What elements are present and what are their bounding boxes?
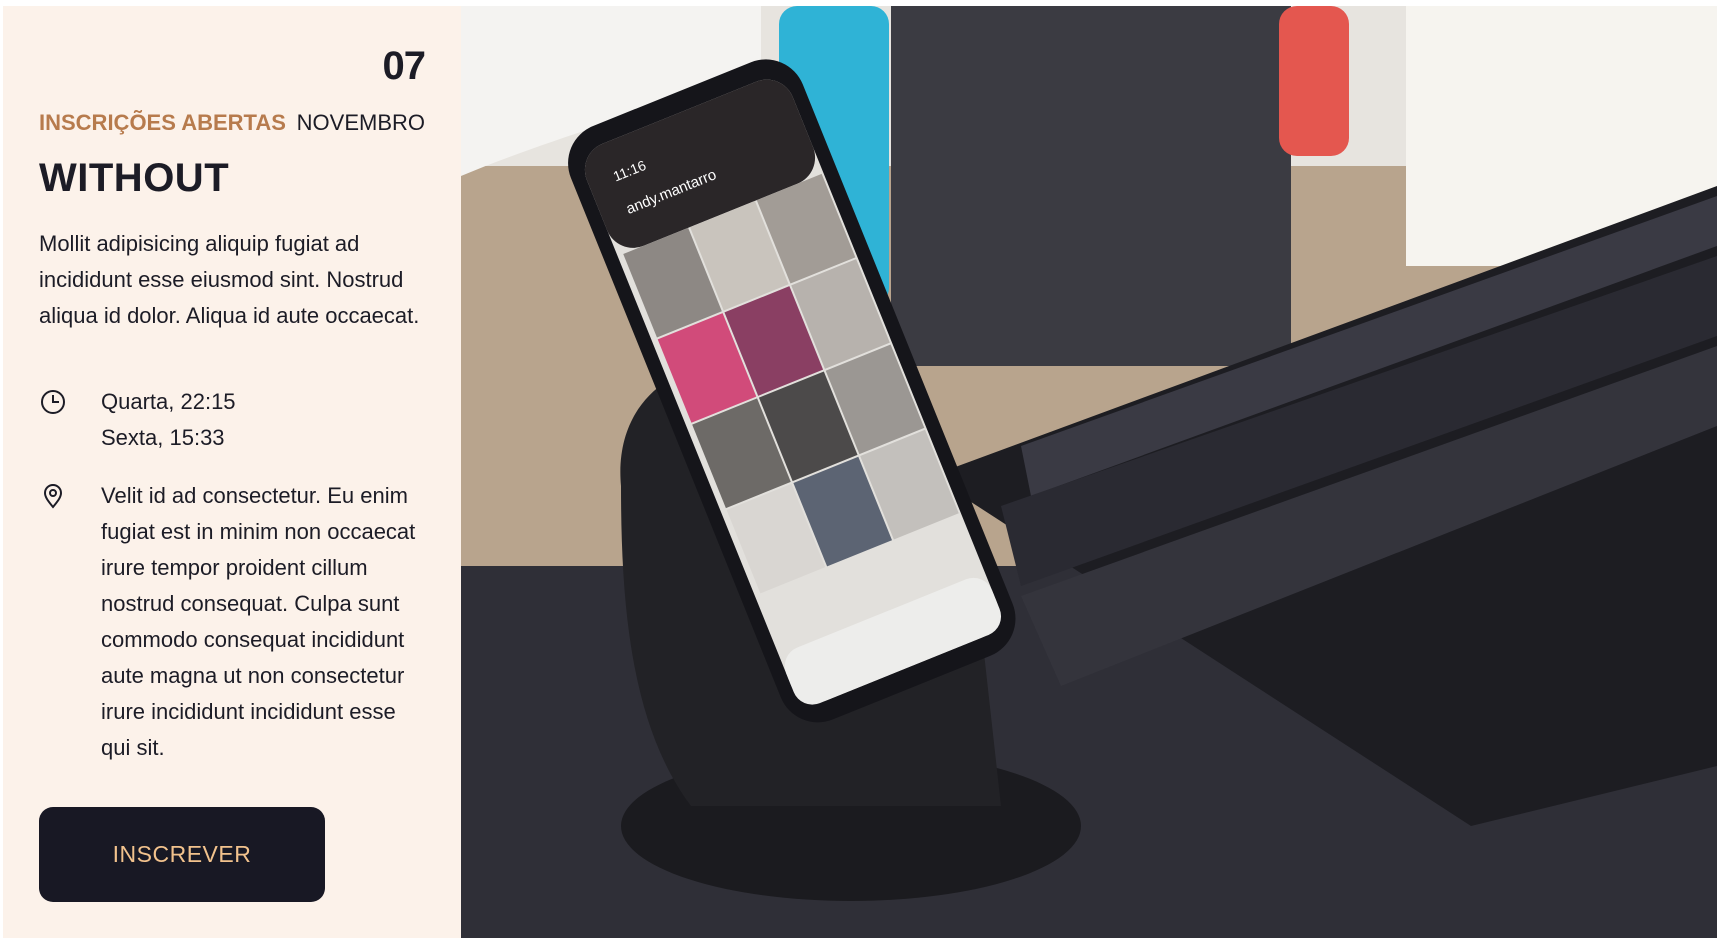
map-pin-icon bbox=[43, 484, 63, 509]
event-month: NOVEMBRO bbox=[296, 110, 425, 135]
console-dock bbox=[891, 6, 1291, 366]
clock-icon bbox=[41, 390, 65, 414]
location-text: Velit id ad consectetur. Eu enim fugiat … bbox=[101, 483, 416, 760]
console-joycon-right bbox=[1279, 6, 1349, 156]
event-day: 07 bbox=[382, 44, 426, 88]
subscribe-button[interactable]: INSCREVER bbox=[39, 807, 325, 902]
status-row: INSCRIÇÕES ABERTAS NOVEMBRO bbox=[39, 110, 425, 136]
hero-photo: 11:16 andy.mantarro bbox=[461, 6, 1717, 938]
event-card: 07 INSCRIÇÕES ABERTAS NOVEMBRO WITHOUT M… bbox=[3, 6, 1717, 938]
schedule-row: Quarta, 22:15 Sexta, 15:33 bbox=[39, 384, 429, 456]
schedule-list: Quarta, 22:15 Sexta, 15:33 bbox=[101, 384, 236, 456]
event-image: 11:16 andy.mantarro bbox=[461, 6, 1717, 938]
event-info-panel: 07 INSCRIÇÕES ABERTAS NOVEMBRO WITHOUT M… bbox=[3, 6, 461, 938]
schedule-item: Sexta, 15:33 bbox=[101, 425, 225, 450]
event-description: Mollit adipisicing aliquip fugiat ad inc… bbox=[39, 231, 420, 328]
event-title: WITHOUT bbox=[39, 156, 230, 200]
schedule-item: Quarta, 22:15 bbox=[101, 389, 236, 414]
location-row: Velit id ad consectetur. Eu enim fugiat … bbox=[39, 478, 429, 766]
registration-status: INSCRIÇÕES ABERTAS bbox=[39, 110, 286, 135]
